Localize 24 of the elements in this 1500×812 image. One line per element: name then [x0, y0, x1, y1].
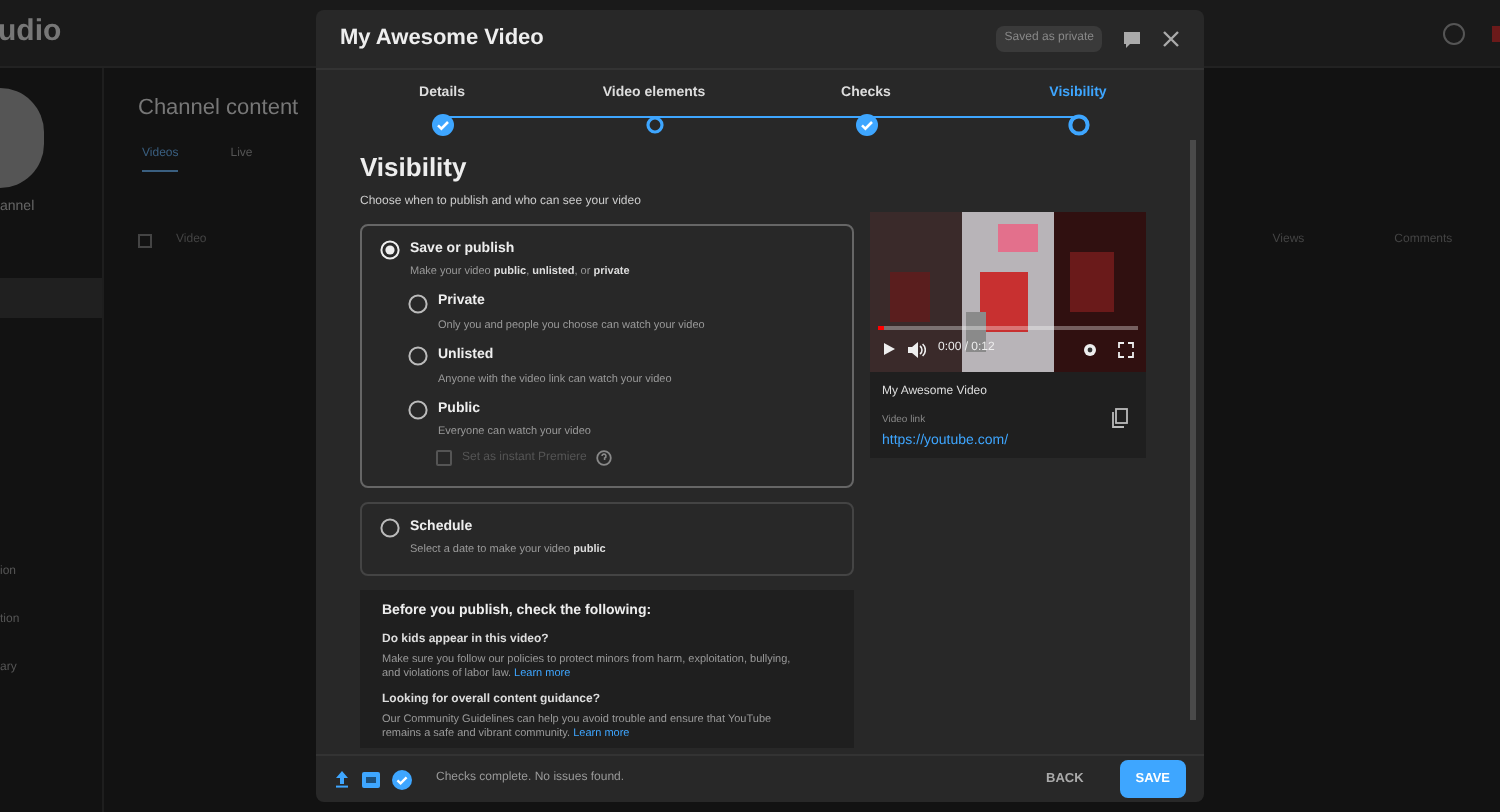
radio-button[interactable]	[380, 517, 400, 538]
play-icon[interactable]	[882, 342, 896, 356]
radio-button[interactable]	[408, 346, 428, 367]
page-title: Channel content	[138, 94, 299, 124]
radio-button[interactable]	[408, 400, 428, 420]
section-heading: Visibility	[360, 150, 469, 186]
radio-button[interactable]	[408, 293, 428, 313]
scrollbar-thumb[interactable]	[1190, 140, 1196, 720]
settings-icon[interactable]	[1082, 341, 1098, 357]
close-icon[interactable]	[1162, 30, 1180, 48]
dialog-title: My Awesome Video	[340, 24, 544, 55]
check-circle-icon[interactable]	[431, 113, 453, 135]
hd-icon	[362, 771, 380, 787]
step-dot-icon[interactable]	[643, 113, 665, 135]
upload-icon	[334, 770, 350, 788]
check-circle-icon	[392, 769, 412, 789]
step-ring-icon[interactable]	[1067, 113, 1089, 135]
feedback-icon[interactable]	[1122, 29, 1142, 49]
logo-text: udio	[0, 12, 62, 53]
help-icon[interactable]	[596, 450, 613, 466]
volume-icon[interactable]	[908, 341, 926, 357]
checkbox[interactable]	[138, 233, 152, 247]
fullscreen-icon[interactable]	[1118, 341, 1134, 357]
check-circle-icon[interactable]	[855, 113, 877, 135]
